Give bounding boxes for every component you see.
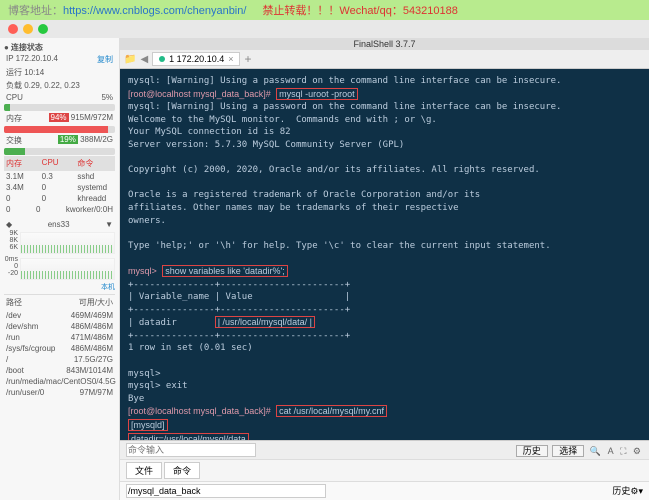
disk-row: /boot843M/1014M <box>4 365 115 376</box>
sidebar: ● 连接状态 IP 172.20.10.4复制 运行 10:14 负载 0.29… <box>0 38 120 500</box>
warn-text: 禁止转载！！！Wechat/qq：543210188 <box>262 2 457 18</box>
history-button[interactable]: 历史 <box>516 445 548 457</box>
disk-row: /run471M/486M <box>4 332 115 343</box>
minimize-dot[interactable] <box>23 24 33 34</box>
status-header: ● 连接状态 <box>4 42 115 53</box>
proc-row[interactable]: 3.4M0systemd <box>4 182 115 193</box>
proc-row[interactable]: 3.1M0.3sshd <box>4 171 115 182</box>
disk-header: 路径可用/大小 <box>4 294 115 310</box>
session-tab[interactable]: 1 172.20.10.4× <box>152 52 240 66</box>
window-controls <box>0 20 649 38</box>
select-button[interactable]: 选择 <box>552 445 584 457</box>
tab-close-icon[interactable]: × <box>228 54 233 64</box>
status-dot-icon <box>159 56 165 62</box>
path-gear-icon[interactable]: ⚙▾ <box>630 486 643 496</box>
copy-link[interactable]: 复制 <box>97 54 113 65</box>
add-tab-icon[interactable]: + <box>244 52 251 66</box>
tab-files[interactable]: 文件 <box>126 462 162 479</box>
blog-url: https://www.cnblogs.com/chenyanbin/ <box>63 5 246 17</box>
app-title: FinalShell 3.7.7 <box>120 38 649 50</box>
terminal[interactable]: mysql: [Warning] Using a password on the… <box>120 69 649 440</box>
net-chart-up <box>20 232 115 254</box>
path-history-button[interactable]: 历史 <box>612 486 630 496</box>
disk-row: /run/media/mac/CentOS0/4.5G <box>4 376 115 387</box>
disk-row: /sys/fs/cgroup486M/486M <box>4 343 115 354</box>
disk-row: /17.5G/27G <box>4 354 115 365</box>
disk-row: /run/user/097M/97M <box>4 387 115 398</box>
search-icon[interactable]: 🔍 <box>590 446 601 456</box>
blog-banner: 博客地址：https://www.cnblogs.com/chenyanbin/… <box>0 0 649 20</box>
tab-commands[interactable]: 命令 <box>164 462 200 479</box>
folder-icon[interactable]: 📁 <box>124 54 136 65</box>
command-bar: 历史 选择 🔍 A ⛶ ⚙ <box>120 440 649 459</box>
file-tabs: 文件 命令 <box>120 459 649 481</box>
proc-row[interactable]: 00kworker/0:0H <box>4 204 115 215</box>
path-input[interactable] <box>126 484 326 498</box>
proc-row[interactable]: 00khreadd <box>4 193 115 204</box>
net-chart-latency <box>20 258 115 280</box>
zoom-dot[interactable] <box>38 24 48 34</box>
close-dot[interactable] <box>8 24 18 34</box>
gear-icon[interactable]: ⚙ <box>633 446 641 456</box>
fontsize-icon[interactable]: A <box>608 446 614 456</box>
command-input[interactable] <box>126 443 256 457</box>
back-icon[interactable]: ◀ <box>140 54 148 65</box>
proc-header: 内存CPU命令 <box>4 156 115 171</box>
disk-row: /dev/shm486M/486M <box>4 321 115 332</box>
tab-bar: 📁 ◀ 1 172.20.10.4× + <box>120 50 649 69</box>
path-bar: 历史⚙▾ <box>120 481 649 500</box>
expand-icon[interactable]: ⛶ <box>620 446 626 456</box>
disk-row: /dev469M/469M <box>4 310 115 321</box>
